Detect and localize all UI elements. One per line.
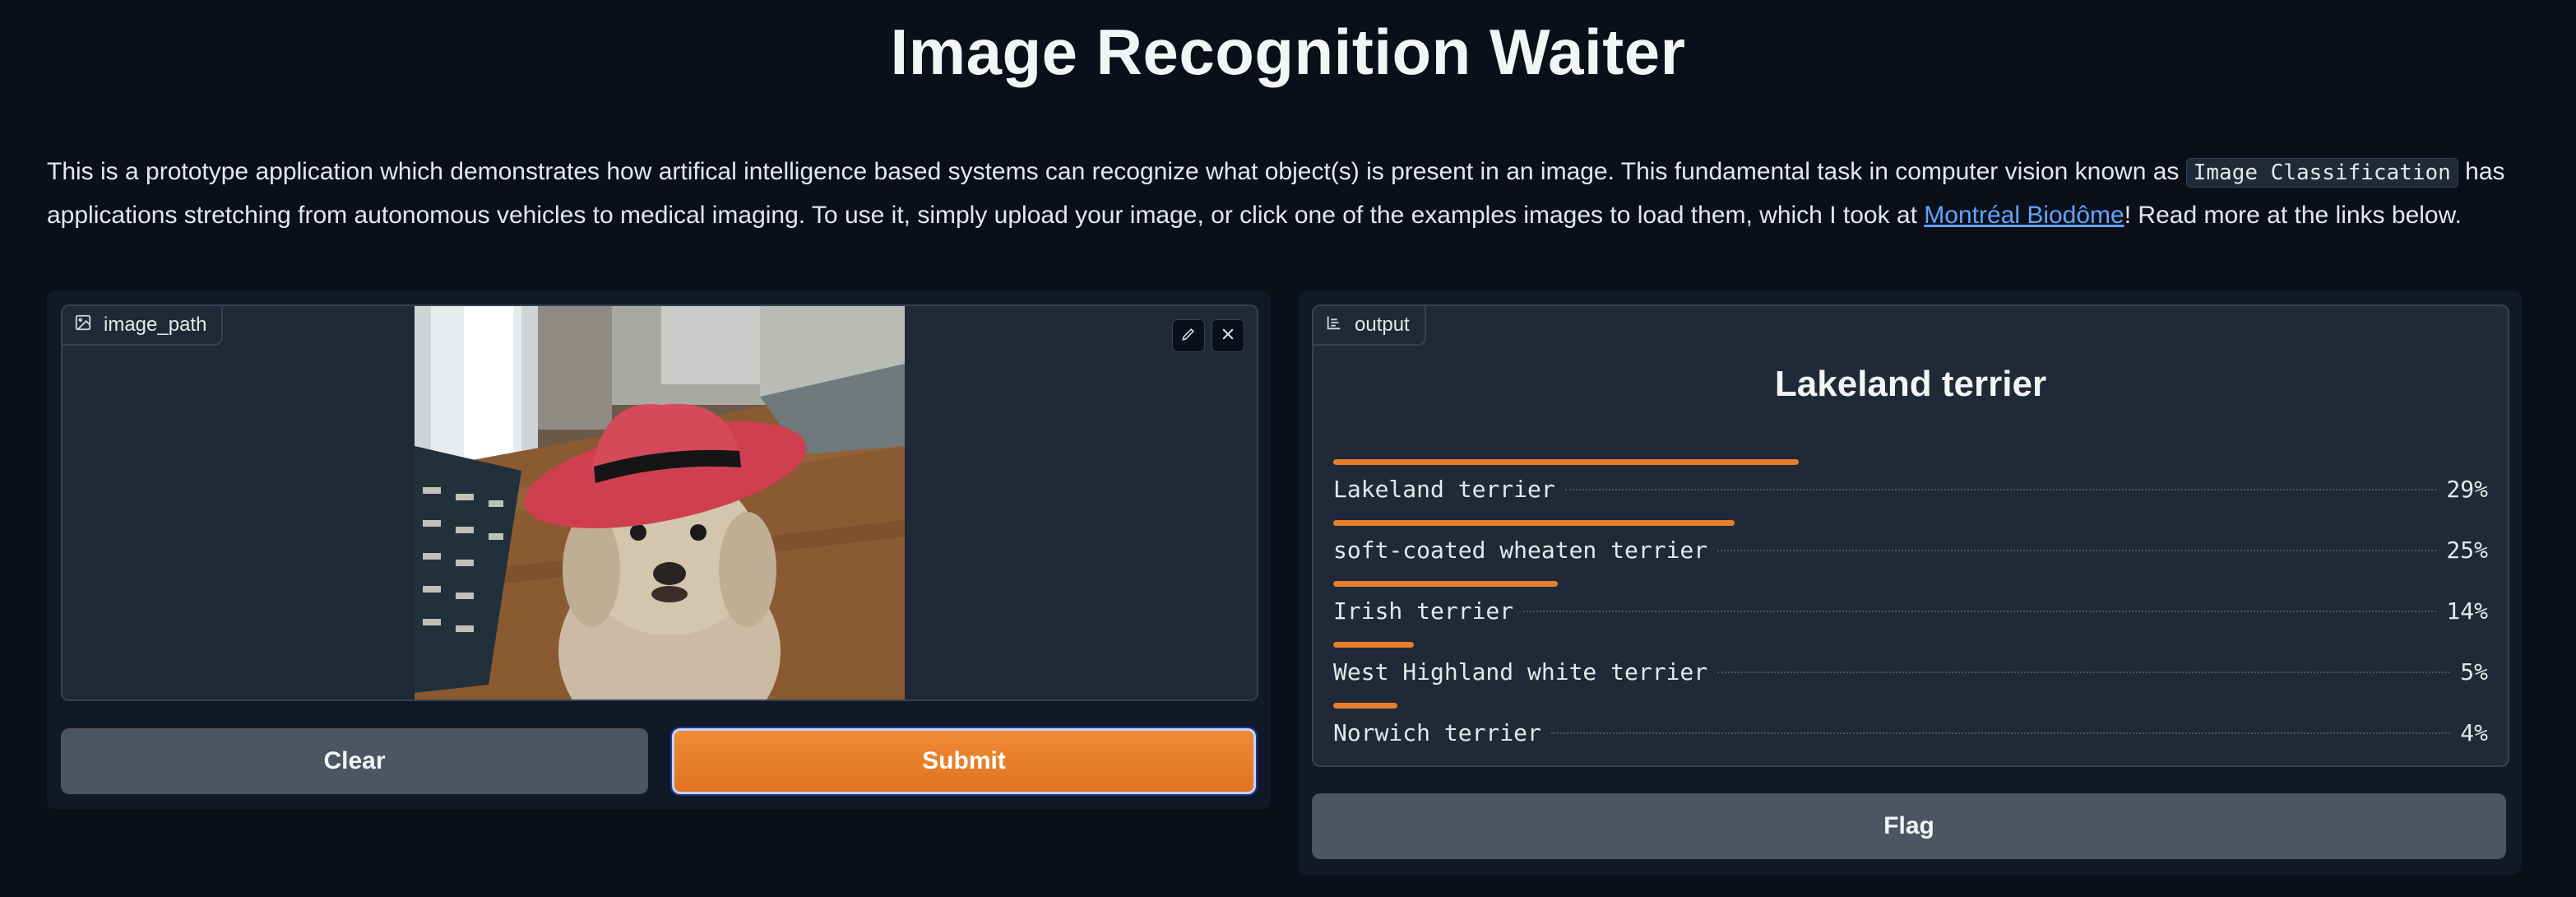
confidence-row[interactable]: Norwich terrier 4%	[1333, 703, 2488, 764]
image-path-label: image_path	[63, 306, 224, 346]
dotted-leader	[1564, 489, 2437, 490]
description-code: Image Classification	[2185, 158, 2458, 188]
bar-chart-icon	[1325, 314, 1343, 337]
pencil-icon	[1180, 326, 1197, 346]
dotted-leader	[1717, 672, 2451, 673]
description-text: This is a prototype application which de…	[47, 158, 2186, 185]
confidence-label: Irish terrier	[1333, 597, 1514, 625]
input-panel: image_path Clear Submit	[47, 290, 1271, 809]
output-label-text: output	[1355, 314, 1410, 336]
confidence-row[interactable]: soft-coated wheaten terrier 25%	[1333, 520, 2488, 581]
confidence-label: West Highland white terrier	[1333, 658, 1708, 686]
confidence-percent: 5%	[2460, 658, 2488, 686]
confidence-row[interactable]: West Highland white terrier 5%	[1333, 642, 2488, 703]
predicted-label: Lakeland terrier	[1774, 364, 2047, 404]
submit-button[interactable]: Submit	[672, 728, 1256, 794]
image-upload[interactable]: image_path	[61, 304, 1258, 701]
confidence-row[interactable]: Irish terrier 14%	[1333, 581, 2488, 642]
dotted-leader	[1523, 611, 2437, 612]
edit-image-button[interactable]	[1172, 319, 1205, 352]
dotted-leader	[1717, 550, 2437, 551]
image-icon	[74, 314, 92, 337]
close-icon	[1220, 326, 1236, 346]
image-path-label-text: image_path	[104, 314, 207, 336]
confidence-bar	[1333, 581, 1558, 587]
page-title: Image Recognition Waiter	[890, 16, 1686, 88]
confidence-bar	[1333, 520, 1735, 526]
confidence-percent: 29%	[2446, 476, 2488, 503]
confidence-bar	[1333, 642, 1414, 648]
output-label: output	[1313, 306, 1426, 346]
clear-button[interactable]: Clear	[61, 728, 648, 794]
confidence-label: Norwich terrier	[1333, 719, 1541, 746]
confidence-percent: 25%	[2446, 537, 2488, 564]
confidence-label: soft-coated wheaten terrier	[1333, 537, 1708, 564]
confidence-percent: 14%	[2446, 597, 2488, 625]
dotted-leader	[1550, 732, 2451, 734]
biodome-link[interactable]: Montréal Biodôme	[1924, 202, 2124, 229]
description-text-end: ! Read more at the links below.	[2124, 202, 2462, 229]
confidence-bar	[1333, 703, 1397, 709]
confidence-percent: 4%	[2460, 719, 2488, 746]
confidence-list: Lakeland terrier 29% soft-coated wheaten…	[1333, 459, 2488, 764]
description: This is a prototype application which de…	[47, 151, 2531, 237]
flag-button[interactable]: Flag	[1312, 793, 2506, 859]
confidence-row[interactable]: Lakeland terrier 29%	[1333, 459, 2488, 520]
uploaded-image	[415, 306, 905, 699]
confidence-label: Lakeland terrier	[1333, 476, 1555, 503]
output-label-block: output Lakeland terrier Lakeland terrier…	[1312, 304, 2509, 767]
confidence-bar	[1333, 459, 1799, 465]
clear-image-button[interactable]	[1212, 319, 1244, 352]
output-panel: output Lakeland terrier Lakeland terrier…	[1298, 290, 2522, 875]
